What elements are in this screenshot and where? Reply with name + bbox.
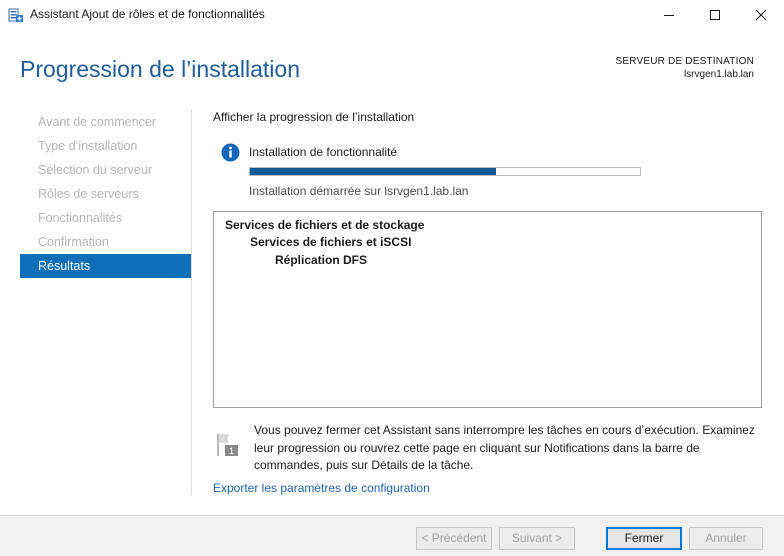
feature-item: Services de fichiers et iSCSI [250,235,412,249]
nav-item-installation-type[interactable]: Type d’installation [20,134,191,158]
wizard-steps-nav: Avant de commencer Type d’installation S… [20,110,191,278]
cancel-button[interactable]: Annuler [689,527,763,550]
nav-item-before-you-begin[interactable]: Avant de commencer [20,110,191,134]
next-button[interactable]: Suivant > [499,527,575,550]
feature-item: Réplication DFS [275,253,368,267]
features-list: Services de fichiers et de stockage Serv… [213,211,762,408]
nav-item-results[interactable]: Résultats [20,254,191,278]
progress-fill [250,168,496,175]
wizard-footer: < Précédent Suivant > Fermer Annuler [0,515,784,556]
maximize-icon [710,10,720,20]
nav-item-server-selection[interactable]: Sélection du serveur [20,158,191,182]
nav-item-features[interactable]: Fonctionnalités [20,206,191,230]
page-title: Progression de l’installation [20,56,300,82]
nav-item-confirmation[interactable]: Confirmation [20,230,191,254]
close-icon [755,9,767,21]
svg-text:1: 1 [229,446,234,456]
window-title: Assistant Ajout de rôles et de fonctionn… [30,7,265,21]
maximize-button[interactable] [692,0,738,30]
installation-label: Installation de fonctionnalité [249,145,398,159]
export-configuration-link[interactable]: Exporter les paramètres de configuration [213,481,430,495]
close-button[interactable]: Fermer [606,527,682,550]
feature-item: Services de fichiers et de stockage [225,218,425,232]
minimize-icon [664,15,674,16]
nav-item-server-roles[interactable]: Rôles de serveurs [20,182,191,206]
nav-divider [191,109,192,495]
section-heading: Afficher la progression de l’installatio… [213,110,415,124]
close-window-button[interactable] [738,0,784,30]
minimize-button[interactable] [646,0,692,30]
installation-progress-bar [249,167,641,176]
installation-status: Installation démarrée sur lsrvgen1.lab.l… [249,184,469,198]
close-wizard-note: Vous pouvez fermer cet Assistant sans in… [254,423,755,472]
notification-flag-icon: 1 [216,432,240,458]
destination-server-label: SERVEUR DE DESTINATION [615,56,754,67]
info-icon [221,143,240,162]
previous-button[interactable]: < Précédent [416,527,492,550]
title-bar: Assistant Ajout de rôles et de fonctionn… [0,0,784,30]
server-manager-icon [8,7,24,23]
destination-server-name: lsrvgen1.lab.lan [683,69,754,80]
